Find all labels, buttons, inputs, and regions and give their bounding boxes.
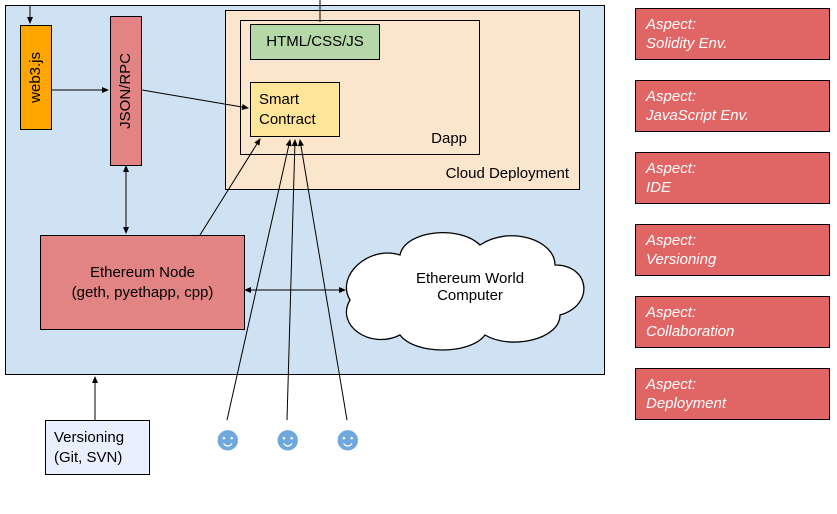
ethereum-node-label: Ethereum Node (geth, pyethapp, cpp): [72, 263, 214, 302]
cloud-deployment-label: Cloud Deployment: [446, 164, 569, 184]
aspect-collaboration: Aspect: Collaboration: [635, 296, 830, 348]
smart-contract-label: Smart Contract: [259, 90, 316, 129]
aspect-deployment: Aspect: Deployment: [635, 368, 830, 420]
web3js-label: web3.js: [26, 52, 46, 103]
aspect-versioning: Aspect: Versioning: [635, 224, 830, 276]
jsonrpc-label: JSON/RPC: [116, 53, 136, 129]
aspect-solidity-env: Aspect: Solidity Env.: [635, 8, 830, 60]
aspect-javascript-env: Aspect: JavaScript Env.: [635, 80, 830, 132]
smiley-icon: ☻: [210, 420, 246, 459]
htmlcssjs-label: HTML/CSS/JS: [266, 32, 364, 52]
ethereum-world-label: Ethereum World Computer: [385, 270, 555, 304]
smart-contract-box: Smart Contract: [250, 82, 340, 137]
smiley-icon: ☻: [330, 420, 366, 459]
versioning-label: Versioning (Git, SVN): [54, 428, 124, 467]
aspect-ide: Aspect: IDE: [635, 152, 830, 204]
ethereum-node-box: Ethereum Node (geth, pyethapp, cpp): [40, 235, 245, 330]
smiley-icon: ☻: [270, 420, 306, 459]
dapp-label: Dapp: [431, 129, 467, 149]
web3js-box: web3.js: [20, 25, 52, 130]
jsonrpc-box: JSON/RPC: [110, 16, 142, 166]
versioning-box: Versioning (Git, SVN): [45, 420, 150, 475]
htmlcssjs-box: HTML/CSS/JS: [250, 24, 380, 60]
